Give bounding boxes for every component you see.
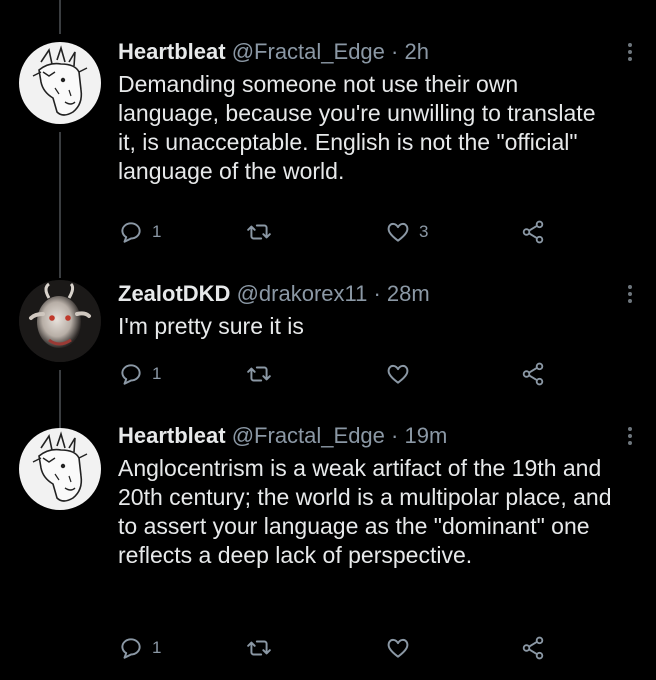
more-options-button[interactable] — [620, 38, 640, 66]
more-options-button[interactable] — [620, 422, 640, 450]
separator: · — [391, 39, 399, 64]
like-button[interactable]: 3 — [385, 219, 428, 245]
display-name[interactable]: Heartbleat — [118, 423, 226, 448]
reply-button[interactable]: 1 — [118, 361, 161, 387]
reply-icon — [121, 364, 141, 385]
reply-button[interactable]: 1 — [118, 219, 161, 245]
share-button[interactable] — [520, 635, 546, 661]
retweet-icon — [247, 366, 271, 382]
heart-icon — [387, 222, 409, 242]
action-bar: 1 3 — [118, 219, 558, 249]
reply-icon — [121, 638, 141, 659]
retweet-button[interactable] — [246, 219, 272, 245]
tweet-header: Heartbleat @Fractal_Edge · 19m — [118, 422, 616, 450]
retweet-icon — [247, 224, 271, 240]
tweet-text: Demanding someone not use their own lang… — [118, 71, 596, 184]
reply-count: 1 — [152, 222, 162, 241]
retweet-button[interactable] — [246, 361, 272, 387]
tweet-text: I'm pretty sure it is — [118, 313, 304, 339]
retweet-icon — [247, 640, 271, 656]
display-name[interactable]: ZealotDKD — [118, 281, 230, 306]
thread-line-middle — [59, 132, 61, 278]
action-bar: 1 — [118, 635, 558, 665]
reply-icon — [121, 222, 141, 243]
tweet-text: Anglocentrism is a weak artifact of the … — [118, 455, 612, 568]
heart-icon — [387, 638, 409, 658]
like-button[interactable] — [385, 635, 419, 661]
thread-line-top — [59, 0, 61, 34]
share-nodes-icon — [522, 220, 544, 244]
horse-sketch-avatar-icon — [32, 431, 88, 502]
like-count: 3 — [419, 222, 429, 241]
user-handle[interactable]: @Fractal_Edge — [232, 39, 385, 64]
horse-sketch-avatar-icon — [32, 45, 88, 116]
timestamp[interactable]: 2h — [404, 39, 428, 64]
action-bar: 1 — [118, 361, 558, 391]
avatar[interactable] — [19, 428, 101, 510]
thread-line-lower — [59, 370, 61, 428]
tweet-header: Heartbleat @Fractal_Edge · 2h — [118, 38, 616, 66]
heart-icon — [387, 364, 409, 384]
share-button[interactable] — [520, 361, 546, 387]
avatar[interactable] — [19, 42, 101, 124]
user-handle[interactable]: @Fractal_Edge — [232, 423, 385, 448]
user-handle[interactable]: @drakorex11 — [237, 281, 368, 306]
separator: · — [391, 423, 399, 448]
display-name[interactable]: Heartbleat — [118, 39, 226, 64]
goat-photo-avatar-icon — [19, 280, 101, 362]
reply-button[interactable]: 1 — [118, 635, 161, 661]
like-button[interactable] — [385, 361, 419, 387]
tweet-header: ZealotDKD @drakorex11 · 28m — [118, 280, 616, 308]
reply-count: 1 — [152, 364, 162, 383]
separator: · — [373, 281, 381, 306]
more-options-button[interactable] — [620, 280, 640, 308]
timestamp[interactable]: 19m — [404, 423, 447, 448]
reply-count: 1 — [152, 638, 162, 657]
avatar[interactable] — [19, 280, 101, 362]
retweet-button[interactable] — [246, 635, 272, 661]
timestamp[interactable]: 28m — [387, 281, 430, 306]
share-button[interactable] — [520, 219, 546, 245]
share-nodes-icon — [522, 362, 544, 386]
share-nodes-icon — [522, 636, 544, 660]
